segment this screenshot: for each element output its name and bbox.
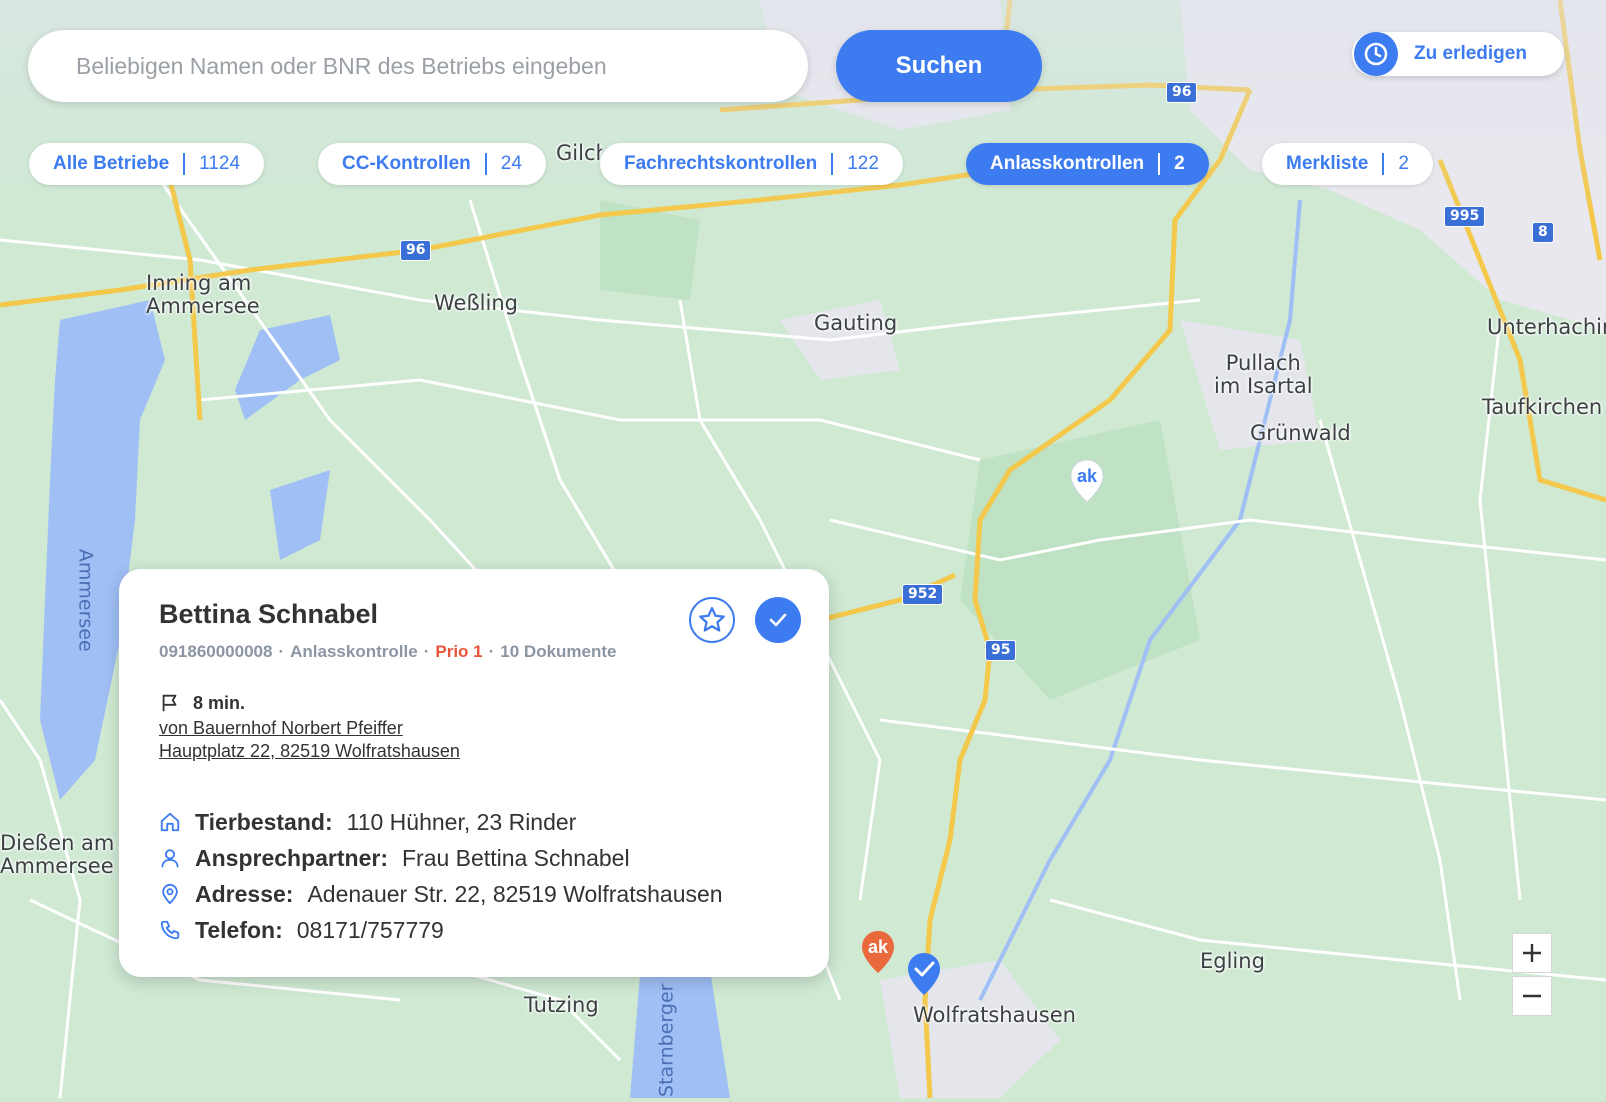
chip-count: 2 [1174, 153, 1185, 174]
chip-divider [1158, 153, 1161, 175]
home-icon [159, 811, 181, 833]
route-time: 8 min. [193, 692, 246, 713]
map-label-starnberger-see: Starnberger [655, 983, 678, 1097]
star-icon [699, 607, 725, 632]
priority-badge: Prio 1 [435, 642, 483, 661]
check-icon [908, 953, 940, 995]
chip-divider [1382, 153, 1385, 175]
detail-livestock: Tierbestand: 110 Hühner, 23 Rinder [159, 804, 723, 840]
todo-label: Zu erledigen [1414, 43, 1527, 64]
map-label-unterhaching: Unterhaching [1487, 315, 1606, 339]
detail-value[interactable]: 08171/757779 [297, 917, 444, 944]
map-label-egling: Egling [1200, 949, 1265, 973]
chip-divider [831, 153, 834, 175]
route-origin-address-link[interactable]: Hauptplatz 22, 82519 Wolfratshausen [159, 741, 460, 762]
plus-icon [1523, 944, 1541, 962]
road-shield-96: 96 [400, 240, 432, 261]
chip-divider [183, 153, 186, 175]
filter-chip-cc-kontrollen[interactable]: CC-Kontrollen 24 [318, 143, 546, 185]
chip-count: 122 [847, 153, 879, 174]
map-label-gilching: Gilching [556, 142, 602, 165]
map-label-taufkirchen: Taufkirchen [1482, 395, 1603, 419]
map-marker-ak[interactable]: ak [1069, 458, 1105, 508]
chip-count: 1124 [199, 153, 241, 174]
person-icon [159, 847, 181, 869]
minus-icon [1523, 994, 1541, 998]
marker-label: ak [867, 937, 889, 957]
map-label-pullach: Pullach im Isartal [1214, 351, 1313, 398]
zoom-out-button[interactable] [1512, 976, 1552, 1016]
filter-chip-anlasskontrollen[interactable]: Anlasskontrollen 2 [966, 143, 1209, 185]
chip-label: Merkliste [1286, 153, 1369, 174]
map-label-inning: Inning am Ammersee [146, 271, 260, 318]
road-shield-95: 95 [985, 640, 1017, 661]
detail-label: Telefon: [195, 916, 283, 943]
detail-label: Adresse: [195, 880, 294, 907]
phone-icon [159, 919, 181, 941]
road-shield-96: 96 [1166, 82, 1198, 103]
chip-label: CC-Kontrollen [342, 153, 471, 174]
business-details: Tierbestand: 110 Hühner, 23 Rinder Anspr… [159, 804, 723, 948]
mark-done-button[interactable] [755, 597, 801, 643]
detail-value: 110 Hühner, 23 Rinder [346, 808, 577, 835]
check-icon [769, 613, 787, 627]
filter-chip-fachrechtskontrollen[interactable]: Fachrechtskontrollen 122 [600, 143, 903, 185]
road-shield-995: 995 [1444, 206, 1486, 227]
marker-label: ak [1076, 466, 1098, 486]
detail-label: Tierbestand: [195, 808, 333, 835]
search-input[interactable] [28, 30, 808, 102]
detail-contact: Ansprechpartner: Frau Bettina Schnabel [159, 840, 723, 876]
inspection-type: Anlasskontrolle [290, 642, 418, 661]
route-origin-link[interactable]: von Bauernhof Norbert Pfeiffer [159, 718, 460, 739]
detail-label: Ansprechpartner: [195, 844, 388, 871]
search-button[interactable]: Suchen [836, 30, 1042, 102]
location-pin-icon [159, 883, 181, 905]
chip-count: 2 [1398, 153, 1409, 174]
zoom-in-button[interactable] [1512, 933, 1552, 973]
detail-value: Frau Bettina Schnabel [401, 844, 630, 871]
todo-button[interactable]: Zu erledigen [1352, 32, 1564, 76]
detail-value: Adenauer Str. 22, 82519 Wolfratshausen [307, 880, 723, 907]
chip-divider [484, 153, 487, 175]
filter-chip-merkliste[interactable]: Merkliste 2 [1262, 143, 1433, 185]
road-shield-952: 952 [902, 584, 944, 605]
map-label-gruenwald: Grünwald [1250, 421, 1351, 445]
clock-icon [1354, 32, 1398, 76]
chip-label: Fachrechtskontrollen [624, 153, 818, 174]
business-name: Bettina Schnabel [159, 599, 379, 629]
map-marker-selected[interactable] [906, 951, 942, 1001]
map-label-tutzing: Tutzing [524, 993, 599, 1017]
chip-label: Alle Betriebe [53, 153, 170, 174]
flag-icon [162, 694, 177, 712]
chip-count: 24 [500, 153, 522, 174]
route-info: 8 min. von Bauernhof Norbert Pfeiffer Ha… [159, 692, 460, 762]
road-shield-8: 8 [1532, 222, 1554, 243]
map-label-wessling: Weßling [434, 291, 518, 315]
map-label-diessen: Dießen am Ammersee [0, 831, 115, 878]
filter-chip-alle-betriebe[interactable]: Alle Betriebe 1124 [29, 143, 265, 185]
business-bnr: 091860000008 [159, 642, 273, 661]
map-label-wolfratshausen: Wolfratshausen [913, 1003, 1076, 1027]
favorite-button[interactable] [689, 597, 735, 643]
map-label-ammersee-lake: Ammersee [74, 548, 97, 652]
documents-count[interactable]: 10 Dokumente [500, 642, 616, 661]
business-detail-card: Bettina Schnabel 091860000008 · Anlasskont… [119, 569, 829, 977]
detail-phone: Telefon: 08171/757779 [159, 912, 723, 948]
detail-address: Adresse: Adenauer Str. 22, 82519 Wolfrat… [159, 876, 723, 912]
map-label-gauting: Gauting [814, 311, 898, 335]
map-marker-ak-orange[interactable]: ak [860, 929, 896, 979]
business-meta: 091860000008 · Anlasskontrolle · Prio 1 · 10 D… [159, 642, 617, 661]
chip-label: Anlasskontrollen [990, 153, 1145, 174]
